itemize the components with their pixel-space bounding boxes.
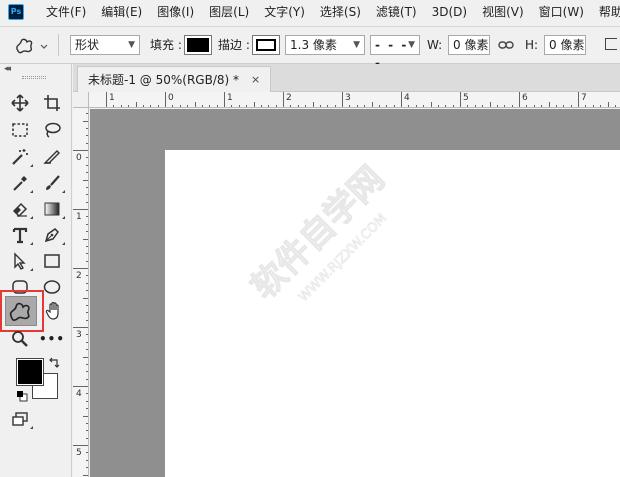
eyedropper-tool-icon[interactable] (8, 172, 33, 194)
photoshop-logo-icon: Ps (8, 4, 24, 20)
ruler-label: 1 (76, 212, 82, 222)
magic-wand-tool-icon[interactable] (8, 146, 33, 168)
ruler-label: 1 (109, 93, 115, 103)
zoom-tool-icon[interactable] (8, 328, 32, 350)
stroke-color-preview (256, 39, 276, 51)
stroke-label: 描边 : (218, 38, 250, 52)
menu-image[interactable]: 图像(I) (157, 0, 194, 24)
ruler-label: 1 (227, 93, 233, 103)
ruler-label: 0 (168, 93, 174, 103)
width-input[interactable]: 0 像素 (448, 35, 490, 55)
default-colors-icon[interactable] (16, 390, 28, 405)
gradient-tool-icon[interactable] (40, 198, 65, 220)
vertical-ruler-ticks (73, 113, 88, 476)
move-tool-icon[interactable] (8, 92, 32, 114)
tool-mode-value: 形状 (75, 38, 100, 52)
ruler-origin[interactable] (73, 92, 89, 108)
path-selection-tool-icon[interactable] (8, 250, 33, 272)
artboard-tool-icon[interactable] (40, 92, 64, 114)
fill-label: 填充 : (150, 38, 182, 52)
ruler-label: 4 (76, 389, 82, 399)
ruler-label: 2 (76, 271, 82, 281)
ruler-label: 3 (345, 93, 351, 103)
foreground-color-swatch[interactable] (16, 358, 44, 386)
chevron-down-icon: ▼ (408, 40, 415, 50)
fill-swatch[interactable] (184, 35, 212, 55)
tool-mode-select[interactable]: 形状 ▼ (70, 35, 140, 55)
menu-window[interactable]: 窗口(W) (539, 0, 584, 24)
separator (58, 34, 59, 56)
stroke-type-select[interactable]: - - - - ▼ (370, 35, 420, 70)
hand-tool-icon[interactable] (42, 300, 66, 322)
close-icon[interactable]: × (251, 73, 260, 86)
document-tab[interactable]: 未标题-1 @ 50%(RGB/8) * × (77, 66, 272, 92)
document-tab-bar: 未标题-1 @ 50%(RGB/8) * × (73, 64, 620, 92)
eraser-tool-icon[interactable] (8, 198, 33, 220)
menu-list: 文件(F) 编辑(E) 图像(I) 图层(L) 文字(Y) 选择(S) 滤镜(T… (46, 0, 620, 24)
ruler-label: 2 (286, 93, 292, 103)
ruler-label: 7 (581, 93, 587, 103)
document-tab-title: 未标题-1 @ 50%(RGB/8) * (88, 73, 239, 87)
swap-colors-icon[interactable] (48, 357, 60, 372)
document-canvas[interactable] (165, 150, 620, 477)
menu-file[interactable]: 文件(F) (46, 0, 86, 24)
more-tools-icon[interactable]: ••• (39, 328, 64, 350)
lasso-tool-icon[interactable] (40, 119, 64, 141)
panel-grip[interactable] (22, 76, 46, 79)
width-value: 0 像素 (453, 38, 489, 52)
ruler-label: 5 (76, 448, 82, 458)
slice-tool-icon[interactable] (40, 146, 64, 168)
ruler-label: 6 (522, 93, 528, 103)
custom-shape-tool-icon (9, 302, 30, 322)
height-value: 0 像素 (549, 38, 585, 52)
height-label: H: (525, 38, 539, 52)
type-tool-icon[interactable] (8, 224, 33, 246)
custom-shape-tool-preset-icon[interactable] (14, 35, 48, 58)
rectangular-marquee-tool-icon[interactable] (8, 119, 32, 141)
chevron-down-icon: ▼ (353, 40, 360, 50)
menu-type[interactable]: 文字(Y) (264, 0, 305, 24)
menu-layer[interactable]: 图层(L) (209, 0, 249, 24)
pen-tool-icon[interactable] (40, 224, 65, 246)
chevron-down-icon: ▼ (128, 40, 135, 50)
menu-view[interactable]: 视图(V) (482, 0, 524, 24)
stroke-swatch[interactable] (252, 35, 280, 55)
menu-bar: Ps 文件(F) 编辑(E) 图像(I) 图层(L) 文字(Y) 选择(S) 滤… (0, 0, 620, 24)
horizontal-ruler[interactable]: 1 0 1 2 3 4 5 6 7 (89, 92, 620, 108)
screen-mode-icon[interactable] (8, 408, 33, 430)
height-input[interactable]: 0 像素 (544, 35, 586, 55)
tools-panel: ◂◂ ••• (0, 64, 72, 477)
options-bar: 形状 ▼ 填充 : 描边 : 1.3 像素 ▼ - - - - ▼ W: 0 像… (0, 26, 620, 70)
ruler-label: 5 (463, 93, 469, 103)
menu-help[interactable]: 帮助(H) (599, 0, 620, 24)
menu-3d[interactable]: 3D(D) (432, 0, 467, 24)
vertical-ruler[interactable]: 0 1 2 3 4 5 (73, 108, 89, 477)
fill-color-preview (187, 38, 209, 52)
custom-shape-tool-button[interactable] (5, 296, 37, 326)
menu-select[interactable]: 选择(S) (320, 0, 361, 24)
rectangle-tool-icon[interactable] (40, 250, 64, 272)
collapse-panel-icon[interactable]: ◂◂ (4, 64, 11, 74)
ruler-label: 4 (404, 93, 410, 103)
ruler-label: 3 (76, 330, 82, 340)
width-label: W: (427, 38, 443, 52)
menu-edit[interactable]: 编辑(E) (101, 0, 142, 24)
stroke-width-value: 1.3 像素 (290, 38, 337, 52)
menu-filter[interactable]: 滤镜(T) (376, 0, 417, 24)
stroke-width-input[interactable]: 1.3 像素 ▼ (285, 35, 365, 55)
brush-tool-icon[interactable] (40, 172, 65, 194)
link-icon[interactable] (498, 37, 514, 56)
path-operations-icon[interactable] (605, 38, 617, 50)
ruler-label: 0 (76, 153, 82, 163)
